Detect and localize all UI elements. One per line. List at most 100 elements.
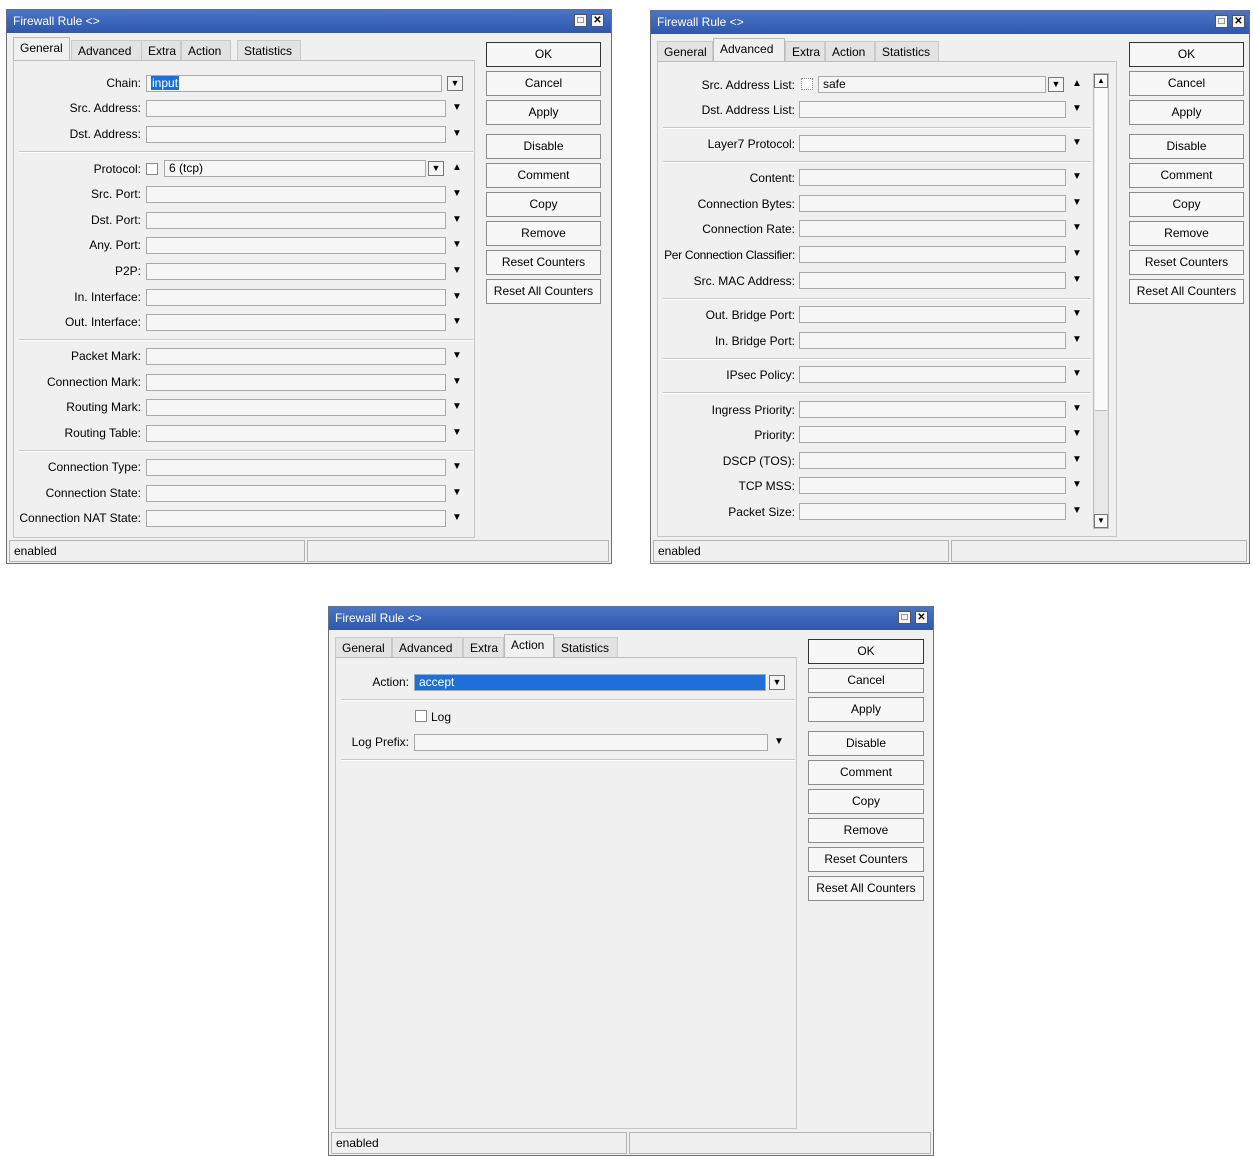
disable-button[interactable]: Disable: [486, 134, 601, 159]
chevron-down-icon[interactable]: ▼: [1071, 138, 1083, 148]
dropdown-box-icon[interactable]: ▼: [447, 76, 463, 91]
chevron-down-icon[interactable]: ▼: [451, 462, 463, 472]
reset-counters-button[interactable]: Reset Counters: [808, 847, 924, 872]
chevron-down-icon[interactable]: ▼: [451, 103, 463, 113]
connection-rate-field[interactable]: [799, 220, 1066, 237]
tab-action[interactable]: Action: [181, 40, 231, 60]
comment-button[interactable]: Comment: [808, 760, 924, 785]
title-bar[interactable]: Firewall Rule <> □ ✕: [7, 10, 611, 33]
routing-mark-field[interactable]: [146, 399, 446, 416]
tab-statistics[interactable]: Statistics: [554, 637, 618, 657]
chevron-down-icon[interactable]: ▼: [1071, 223, 1083, 233]
chevron-down-icon[interactable]: ▼: [1071, 404, 1083, 414]
chevron-down-icon[interactable]: ▼: [1071, 309, 1083, 319]
cancel-button[interactable]: Cancel: [486, 71, 601, 96]
packet-mark-field[interactable]: [146, 348, 446, 365]
protocol-negate-checkbox[interactable]: [146, 163, 158, 175]
cancel-button[interactable]: Cancel: [808, 668, 924, 693]
chevron-down-icon[interactable]: ▼: [451, 351, 463, 361]
chevron-down-icon[interactable]: ▼: [451, 240, 463, 250]
close-icon[interactable]: ✕: [915, 611, 928, 624]
in-interface-field[interactable]: [146, 289, 446, 306]
connection-state-field[interactable]: [146, 485, 446, 502]
dropdown-box-icon[interactable]: ▼: [769, 675, 785, 690]
restore-icon[interactable]: □: [898, 611, 911, 624]
src-port-field[interactable]: [146, 186, 446, 203]
dst-address-list-field[interactable]: [799, 101, 1066, 118]
chevron-down-icon[interactable]: ▼: [1071, 104, 1083, 114]
tab-general[interactable]: General: [13, 37, 70, 61]
chevron-down-icon[interactable]: ▼: [451, 428, 463, 438]
chevron-down-icon[interactable]: ▼: [451, 189, 463, 199]
dst-address-field[interactable]: [146, 126, 446, 143]
tab-action[interactable]: Action: [825, 41, 875, 61]
reset-all-counters-button[interactable]: Reset All Counters: [1129, 279, 1244, 304]
tab-extra[interactable]: Extra: [463, 637, 504, 657]
disable-button[interactable]: Disable: [808, 731, 924, 756]
priority-field[interactable]: [799, 426, 1066, 443]
routing-table-field[interactable]: [146, 425, 446, 442]
comment-button[interactable]: Comment: [1129, 163, 1244, 188]
out-interface-field[interactable]: [146, 314, 446, 331]
chevron-down-icon[interactable]: ▼: [1071, 172, 1083, 182]
chevron-down-icon[interactable]: ▼: [1071, 480, 1083, 490]
title-bar[interactable]: Firewall Rule <> □ ✕: [329, 607, 933, 630]
reset-all-counters-button[interactable]: Reset All Counters: [808, 876, 924, 901]
close-icon[interactable]: ✕: [591, 14, 604, 27]
apply-button[interactable]: Apply: [1129, 100, 1244, 125]
chevron-down-icon[interactable]: ▼: [451, 377, 463, 387]
dst-port-field[interactable]: [146, 212, 446, 229]
chevron-down-icon[interactable]: ▼: [773, 737, 785, 747]
per-connection-classifier-field[interactable]: [799, 246, 1066, 263]
out-bridge-port-field[interactable]: [799, 306, 1066, 323]
src-address-field[interactable]: [146, 100, 446, 117]
src-address-list-field[interactable]: safe: [818, 76, 1046, 93]
chevron-down-icon[interactable]: ▼: [1071, 198, 1083, 208]
connection-type-field[interactable]: [146, 459, 446, 476]
any-port-field[interactable]: [146, 237, 446, 254]
p2p-field[interactable]: [146, 263, 446, 280]
scrollbar-thumb[interactable]: [1095, 88, 1107, 411]
remove-button[interactable]: Remove: [486, 221, 601, 246]
chevron-down-icon[interactable]: ▼: [451, 513, 463, 523]
tab-extra[interactable]: Extra: [785, 41, 825, 61]
apply-button[interactable]: Apply: [486, 100, 601, 125]
dscp-field[interactable]: [799, 452, 1066, 469]
packet-size-field[interactable]: [799, 503, 1066, 520]
connection-bytes-field[interactable]: [799, 195, 1066, 212]
tab-action[interactable]: Action: [504, 634, 554, 658]
remove-button[interactable]: Remove: [1129, 221, 1244, 246]
tab-extra[interactable]: Extra: [141, 40, 181, 60]
chevron-down-icon[interactable]: ▼: [451, 402, 463, 412]
dropdown-box-icon[interactable]: ▼: [1048, 77, 1064, 92]
chevron-down-icon[interactable]: ▼: [1071, 335, 1083, 345]
tab-advanced[interactable]: Advanced: [71, 40, 142, 60]
chevron-down-icon[interactable]: ▼: [1071, 249, 1083, 259]
tab-advanced[interactable]: Advanced: [713, 38, 785, 62]
apply-button[interactable]: Apply: [808, 697, 924, 722]
action-field[interactable]: accept: [414, 674, 766, 691]
dropdown-box-icon[interactable]: ▼: [428, 161, 444, 176]
tab-general[interactable]: General: [657, 41, 713, 61]
tab-general[interactable]: General: [335, 637, 392, 657]
chevron-down-icon[interactable]: ▼: [451, 215, 463, 225]
tab-statistics[interactable]: Statistics: [875, 41, 939, 61]
restore-icon[interactable]: □: [1215, 15, 1228, 28]
reset-counters-button[interactable]: Reset Counters: [1129, 250, 1244, 275]
chevron-down-icon[interactable]: ▼: [451, 266, 463, 276]
chevron-up-icon[interactable]: ▲: [451, 163, 463, 173]
scrollbar[interactable]: ▲ ▼: [1093, 73, 1109, 529]
reset-all-counters-button[interactable]: Reset All Counters: [486, 279, 601, 304]
comment-button[interactable]: Comment: [486, 163, 601, 188]
disable-button[interactable]: Disable: [1129, 134, 1244, 159]
ok-button[interactable]: OK: [1129, 42, 1244, 67]
copy-button[interactable]: Copy: [1129, 192, 1244, 217]
restore-icon[interactable]: □: [574, 14, 587, 27]
connection-nat-state-field[interactable]: [146, 510, 446, 527]
cancel-button[interactable]: Cancel: [1129, 71, 1244, 96]
log-prefix-field[interactable]: [414, 734, 768, 751]
chevron-down-icon[interactable]: ▼: [1071, 506, 1083, 516]
chevron-down-icon[interactable]: ▼: [451, 292, 463, 302]
ingress-priority-field[interactable]: [799, 401, 1066, 418]
remove-button[interactable]: Remove: [808, 818, 924, 843]
